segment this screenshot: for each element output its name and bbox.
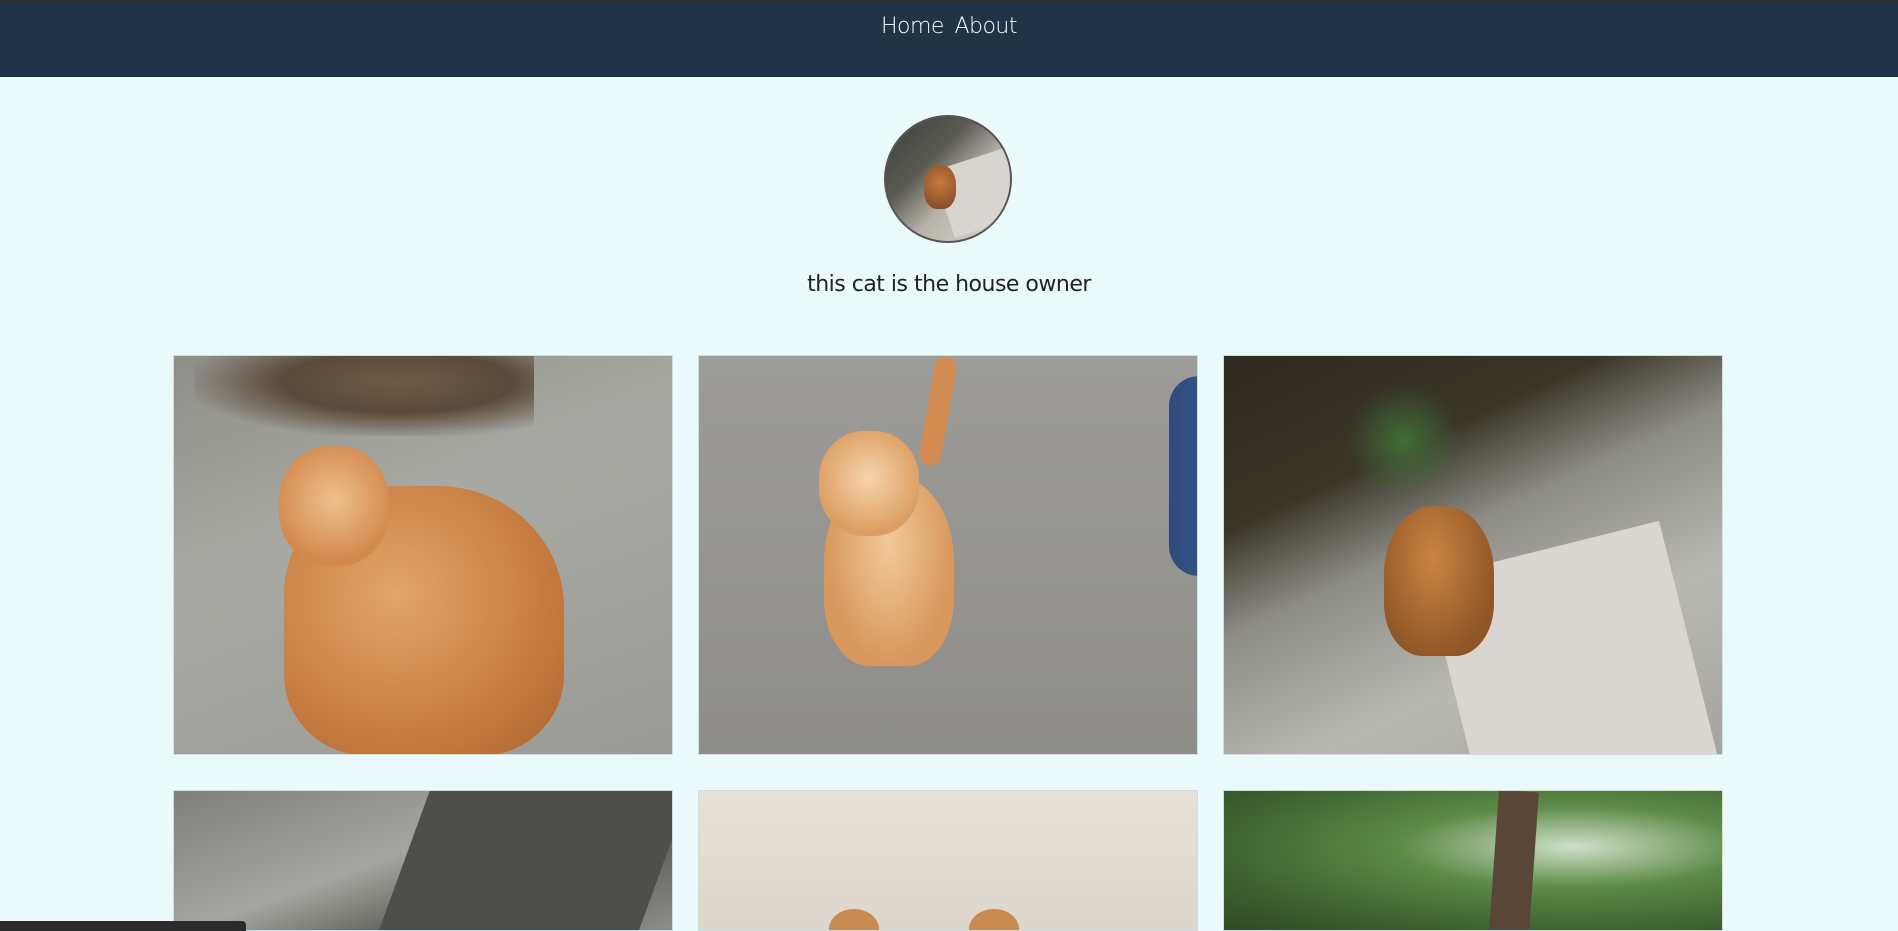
photo-tree-trunk <box>1489 791 1539 930</box>
nav-links: Home About <box>0 14 1898 39</box>
browser-status-bar <box>0 921 246 931</box>
photo-cat-ear <box>969 909 1019 930</box>
profile-caption: this cat is the house owner <box>807 272 1091 297</box>
photo-leaves <box>194 356 534 436</box>
gallery-photo-1[interactable] <box>173 355 673 755</box>
gallery-photo-4[interactable] <box>173 790 673 931</box>
photo-cat-head <box>819 431 919 536</box>
gallery-photo-2[interactable] <box>698 355 1198 755</box>
profile-avatar <box>884 115 1012 243</box>
gallery-photo-6[interactable] <box>1223 790 1723 931</box>
photo-cat-body <box>1384 506 1494 656</box>
nav-home-link[interactable]: Home <box>881 14 944 39</box>
gallery-photo-3[interactable] <box>1223 355 1723 755</box>
photo-cat-ear <box>829 909 879 930</box>
photo-cat-tail <box>917 356 959 468</box>
photo-cat-head <box>279 446 389 566</box>
top-navbar: Home About <box>0 0 1898 77</box>
nav-about-link[interactable]: About <box>954 14 1017 39</box>
photo-slab <box>378 791 672 930</box>
photo-barrel <box>1169 376 1197 576</box>
avatar-cat <box>924 165 956 209</box>
photo-plants <box>1344 386 1464 496</box>
gallery-photo-5[interactable] <box>698 790 1198 931</box>
photo-gallery <box>173 355 1724 931</box>
